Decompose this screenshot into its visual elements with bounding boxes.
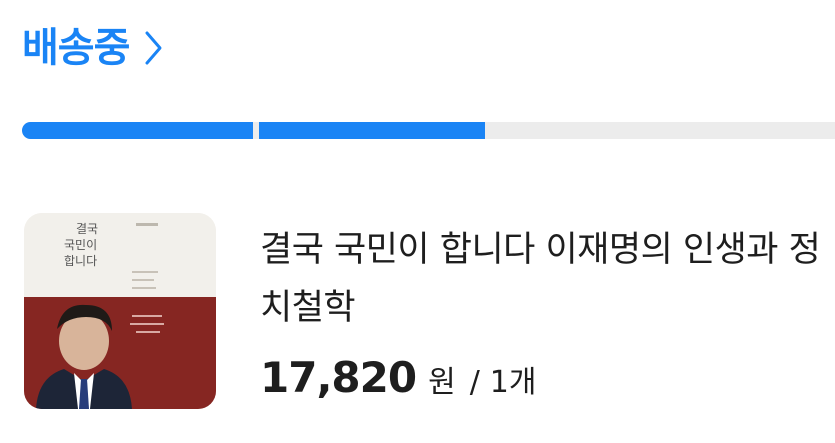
delivery-progress-bar [22, 122, 835, 139]
price-value: 17,820 [260, 353, 417, 402]
svg-text:국민이: 국민이 [64, 238, 97, 252]
order-status-page: 배송중 결국 국민이 합니다 결국 국민이 합니다 이재명의 인생과 정치철학 … [0, 0, 835, 443]
svg-text:합니다: 합니다 [64, 254, 97, 268]
book-cover-image: 결국 국민이 합니다 [24, 213, 216, 409]
chevron-right-icon [143, 29, 163, 67]
quantity-label: 1개 [489, 365, 537, 400]
order-item[interactable]: 결국 국민이 합니다 결국 국민이 합니다 이재명의 인생과 정치철학 17,8… [24, 213, 835, 409]
delivery-status-title: 배송중 [22, 25, 130, 71]
price-quantity-separator: / [469, 365, 480, 400]
currency-label: 원 [428, 365, 456, 400]
price-row: 17,820 원 / 1개 [260, 353, 536, 402]
product-title[interactable]: 결국 국민이 합니다 이재명의 인생과 정치철학 [260, 221, 830, 337]
delivery-status-link[interactable]: 배송중 [22, 28, 163, 68]
progress-segment-2 [259, 122, 485, 139]
svg-text:결국: 결국 [76, 222, 98, 236]
progress-segment-1 [22, 122, 253, 139]
